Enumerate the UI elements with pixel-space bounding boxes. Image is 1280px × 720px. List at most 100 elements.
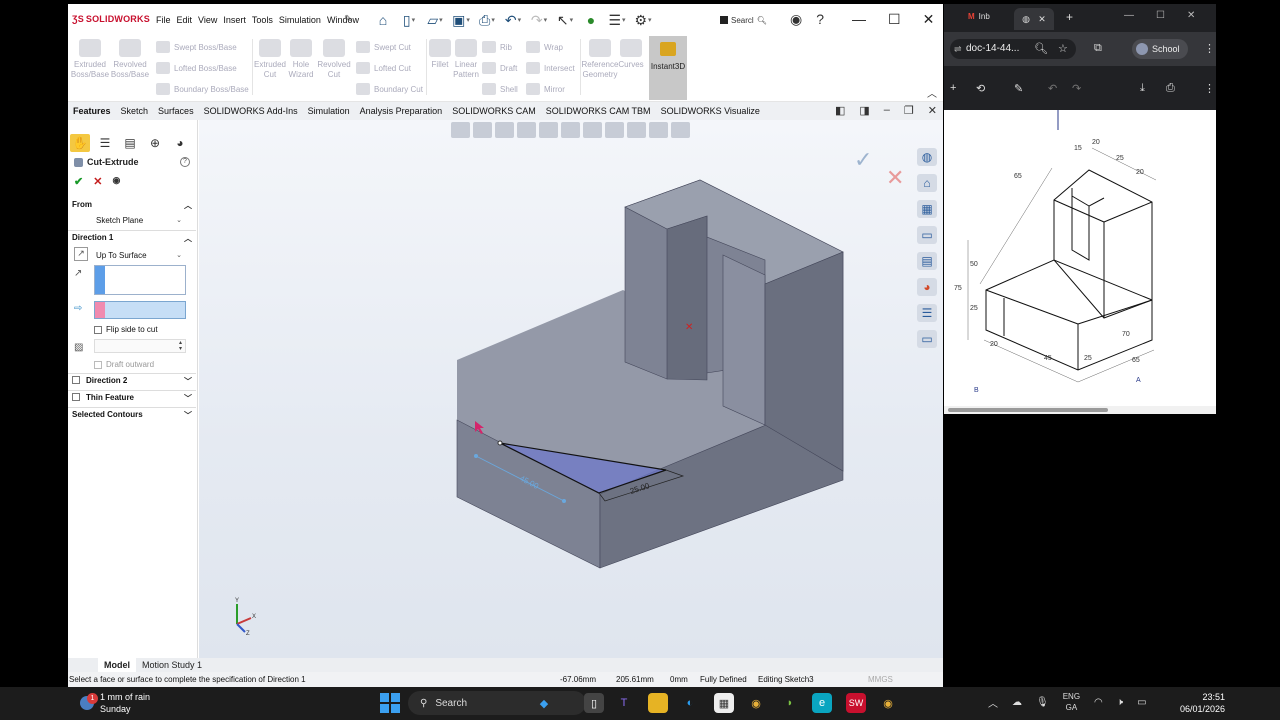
face-surface-selection-box[interactable] (94, 301, 186, 319)
bookmark-star-icon[interactable]: ☆ (1058, 42, 1068, 55)
lofted-cut-button[interactable]: Lofted Cut (356, 62, 411, 74)
menu-view[interactable]: View (198, 15, 217, 25)
extruded-boss-button[interactable]: Extruded Boss/Base (70, 39, 110, 80)
sw-search-box[interactable]: Searcl 🔍︎ (720, 13, 782, 27)
store-icon[interactable]: ▦ (714, 693, 734, 713)
shell-button[interactable]: Shell (482, 83, 518, 95)
from-section-header[interactable]: From ︿ (68, 200, 198, 212)
doc-minimize-icon[interactable]: – (884, 104, 890, 117)
battery-icon[interactable]: ▭ (1137, 697, 1146, 708)
file-properties-icon[interactable]: ☰ ▾ (606, 10, 628, 30)
chrome-taskbar-icon[interactable]: ◉ (878, 693, 898, 713)
view-palette-icon[interactable]: ▤ (917, 252, 937, 270)
tab-motion-study[interactable]: Motion Study 1 (136, 658, 208, 672)
feature-manager-tab-icon[interactable]: ✋ (70, 134, 90, 152)
undo-icon[interactable]: ↶ ▾ (502, 10, 524, 30)
tab-sketch[interactable]: Sketch (116, 106, 154, 116)
menu-insert[interactable]: Insert (223, 15, 246, 25)
edge-icon[interactable]: ◐ (680, 693, 700, 713)
tab-features[interactable]: Features (68, 106, 116, 116)
solidworks-logo[interactable]: ƷS SOLIDWORKS (72, 14, 150, 24)
tray-overflow-icon[interactable]: ︿ (988, 695, 998, 710)
open-folder-icon[interactable]: ▱ ▾ (424, 10, 446, 30)
print-icon[interactable]: ⎙ ▾ (476, 10, 498, 30)
tab-sw-cam-tbm[interactable]: SOLIDWORKS CAM TBM (541, 106, 656, 116)
end-condition-dropdown[interactable]: Up To Surface ⌄ (94, 249, 186, 261)
extensions-icon[interactable]: ⧉ (1094, 42, 1102, 55)
select-arrow-icon[interactable]: ↖ ▾ (554, 10, 576, 30)
direction-selection-box[interactable] (94, 265, 186, 295)
menu-tools[interactable]: Tools (252, 15, 273, 25)
custom-properties-icon[interactable]: ☰ (917, 304, 937, 322)
from-dropdown[interactable]: Sketch Plane ⌄ (94, 214, 186, 226)
instant3d-button[interactable]: Instant3D (649, 36, 687, 100)
sketch-point[interactable] (562, 499, 566, 503)
menu-file[interactable]: File (156, 15, 171, 25)
pdf-download-icon[interactable]: ⤓ (1140, 82, 1145, 95)
graphics-area[interactable]: ✓ ✕ ✕ 25.00 45.00 Y X Z ◍ ⌂ ▦ ▭ ▤ ◕ ☰ ▭ (199, 120, 943, 658)
tab-sw-visualize[interactable]: SOLIDWORKS Visualize (656, 106, 765, 116)
linear-pattern-button[interactable]: Linear Pattern (446, 39, 486, 80)
help-icon[interactable]: ? (816, 11, 824, 28)
dimxpert-tab-icon[interactable]: ⊕ (145, 134, 165, 152)
configuration-manager-tab-icon[interactable]: ▤ (120, 134, 140, 152)
start-button[interactable] (380, 693, 400, 713)
browser-maximize-icon[interactable]: ☐ (1156, 10, 1165, 21)
menu-simulation[interactable]: Simulation (279, 15, 321, 25)
swept-cut-button[interactable]: Swept Cut (356, 41, 411, 53)
sketch-point[interactable] (474, 454, 478, 458)
curves-button[interactable]: Curves (615, 39, 647, 70)
ok-checkmark-icon[interactable]: ✔ (74, 175, 83, 188)
new-document-icon[interactable]: ▯ ▾ (398, 10, 420, 30)
sketch-vertex[interactable] (497, 440, 503, 446)
draft-button[interactable]: Draft (482, 62, 517, 74)
panel-help-icon[interactable]: ? (180, 157, 190, 167)
thin-feature-section-header[interactable]: Thin Feature ﹀ (68, 393, 198, 405)
doc-close-icon[interactable]: ✕ (928, 104, 937, 117)
collapse-ribbon-icon[interactable]: ︿ (927, 85, 937, 100)
intersect-button[interactable]: Intersect (526, 62, 575, 74)
boundary-cut-button[interactable]: Boundary Cut (356, 83, 423, 95)
gmail-tab[interactable]: M Inb (968, 12, 990, 21)
lofted-boss-button[interactable]: Lofted Boss/Base (156, 62, 237, 74)
rebuild-traffic-light-icon[interactable]: ● (580, 10, 602, 30)
swept-boss-button[interactable]: Swept Boss/Base (156, 41, 237, 53)
chrome-icon[interactable]: ◉ (746, 693, 766, 713)
draft-outward-checkbox[interactable]: Draft outward (94, 360, 154, 369)
menu-window[interactable]: Window (327, 15, 359, 25)
wrap-button[interactable]: Wrap (526, 41, 563, 53)
microphone-icon[interactable]: 🎙︎ (1036, 697, 1049, 708)
tab-surfaces[interactable]: Surfaces (153, 106, 199, 116)
cancel-x-icon[interactable]: ✕ (93, 175, 102, 188)
redo-icon[interactable]: ↷ ▾ (528, 10, 550, 30)
pdf-add-icon[interactable]: + (950, 82, 956, 94)
solidworks-taskbar-icon[interactable]: SW (846, 693, 866, 713)
pdf-draw-icon[interactable]: ✎ (1014, 82, 1023, 95)
mirror-button[interactable]: Mirror (526, 83, 565, 95)
appearances-icon[interactable]: ◕ (917, 278, 937, 296)
selected-contours-section-header[interactable]: Selected Contours ﹀ (68, 410, 198, 422)
user-account-icon[interactable]: ◉ (790, 11, 802, 28)
direction2-section-header[interactable]: Direction 2 ﹀ (68, 376, 198, 388)
pdf-rotate-icon[interactable]: ⟲ (976, 82, 985, 95)
menu-edit[interactable]: Edit (177, 15, 193, 25)
scrollbar-thumb[interactable] (948, 408, 1108, 412)
property-manager-tab-icon[interactable]: ☰ (95, 134, 115, 152)
widgets-icon[interactable]: ◆ (534, 693, 554, 713)
file-explorer-icon[interactable]: ▭ (917, 226, 937, 244)
sw-resources-icon[interactable]: ◍ (917, 148, 937, 166)
detailed-preview-eye-icon[interactable]: ◉ (112, 175, 120, 188)
taskbar-search[interactable]: ⚲ Search (408, 691, 586, 715)
design-library-icon[interactable]: ▦ (917, 200, 937, 218)
maximize-icon[interactable]: ☐ (888, 11, 901, 28)
pdf-redo-icon[interactable]: ↷ (1072, 82, 1081, 95)
flip-side-to-cut-checkbox[interactable]: Flip side to cut (94, 325, 158, 334)
tab-sw-cam[interactable]: SOLIDWORKS CAM (447, 106, 541, 116)
tab-addins[interactable]: SOLIDWORKS Add-Ins (199, 106, 303, 116)
minimize-icon[interactable]: — (852, 11, 866, 28)
pdf-print-icon[interactable]: ⎙ (1166, 82, 1175, 95)
pin-menu-icon[interactable]: ✎ (344, 14, 352, 25)
horizontal-scrollbar[interactable] (944, 406, 1216, 414)
taskbar-clock[interactable]: 23:51 06/01/2026 (1180, 691, 1225, 715)
reverse-direction-icon[interactable]: ↗ (74, 247, 88, 261)
